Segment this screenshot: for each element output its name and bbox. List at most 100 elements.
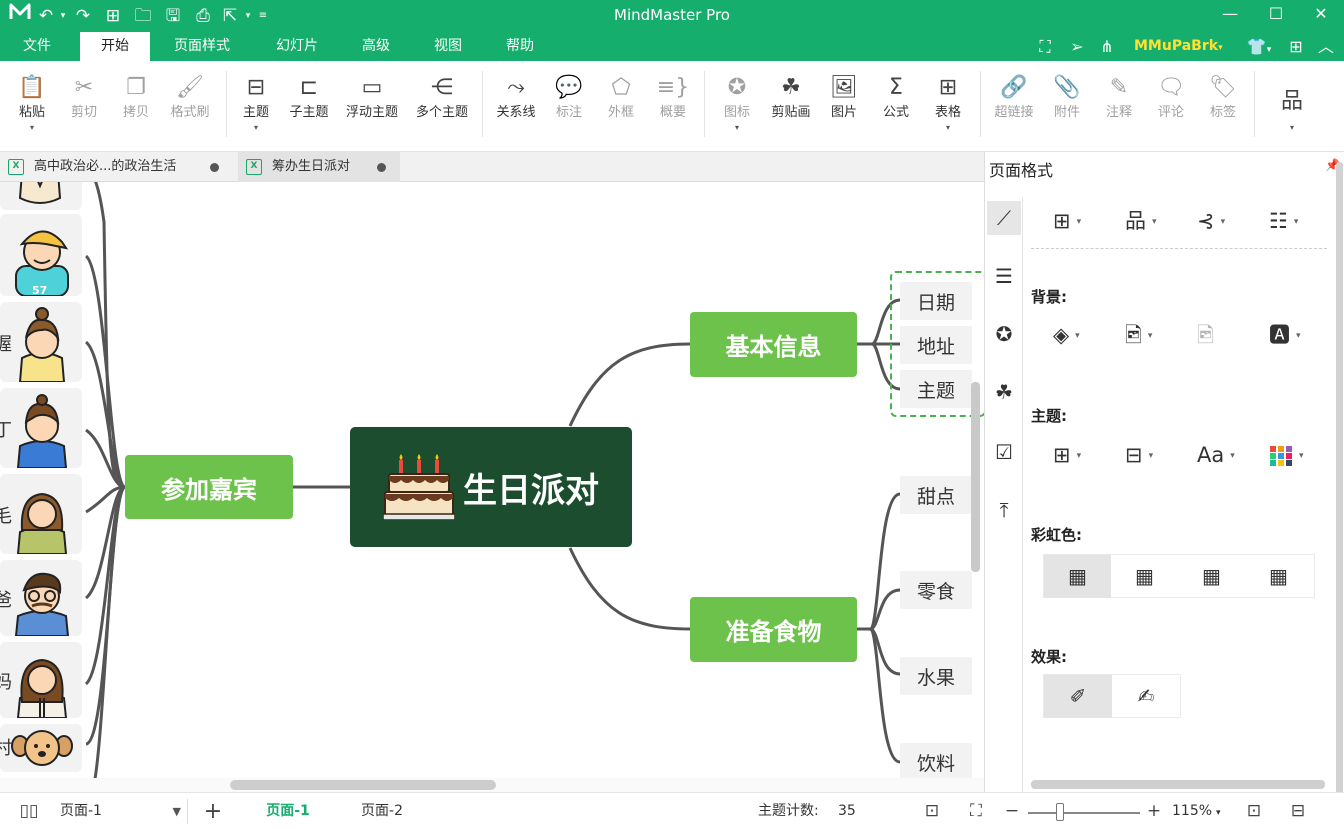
- zoom-slider-thumb[interactable]: [1056, 803, 1064, 821]
- theme-font-icon[interactable]: Aa ▾: [1197, 440, 1235, 470]
- theme-style-icon[interactable]: ⊟ ▾: [1125, 440, 1153, 470]
- undo-dropdown-icon[interactable]: ▾: [58, 0, 68, 32]
- attachment-button[interactable]: 📎 附件: [1046, 61, 1088, 152]
- picture-button[interactable]: 🖼 图片: [822, 61, 866, 152]
- panel-vertical-scrollbar[interactable]: [1336, 162, 1343, 802]
- zoom-in-icon[interactable]: +: [1144, 793, 1164, 829]
- minimize-button[interactable]: —: [1207, 0, 1253, 30]
- doc-tab[interactable]: X 高中政治必...的政治生活: [0, 152, 236, 182]
- numbering-list-icon[interactable]: ☷ ▾: [1269, 206, 1298, 236]
- background-image-icon[interactable]: 🖻 ▾: [1125, 320, 1152, 350]
- menu-file[interactable]: 文件: [8, 32, 66, 61]
- page-tab-1[interactable]: 页面-1: [248, 793, 328, 829]
- rainbow-option-3[interactable]: ▦: [1178, 555, 1245, 598]
- guest-card[interactable]: 毛: [0, 474, 82, 554]
- guest-card[interactable]: 57: [0, 214, 82, 296]
- print-icon[interactable]: ⎙: [188, 0, 218, 32]
- clipart-icon[interactable]: ☘: [987, 375, 1021, 409]
- effect-normal-pen-icon[interactable]: ✐: [1044, 675, 1112, 718]
- zoom-out-icon[interactable]: −: [1002, 793, 1022, 829]
- export-upload-icon[interactable]: ⤒: [987, 493, 1021, 527]
- multiple-topics-button[interactable]: ⋲ 多个主题: [410, 61, 474, 152]
- export-dropdown-icon[interactable]: ▾: [242, 0, 254, 32]
- tag-button[interactable]: 🏷 标签: [1200, 61, 1246, 152]
- add-page-icon[interactable]: +: [198, 793, 228, 829]
- maximize-button[interactable]: ☐: [1253, 0, 1299, 30]
- org-structure-icon[interactable]: 品 ▾: [1125, 206, 1157, 236]
- guest-card[interactable]: [0, 182, 82, 210]
- fill-bucket-icon[interactable]: ◈ ▾: [1053, 320, 1080, 350]
- topic-prepare-food[interactable]: 准备食物: [690, 597, 857, 662]
- rainbow-option-2[interactable]: ▦: [1111, 555, 1178, 598]
- layout-button[interactable]: 品 ▾: [1272, 61, 1312, 152]
- theme-shirt-icon[interactable]: 👕▾: [1242, 32, 1276, 61]
- theme-layout-icon[interactable]: ⊞ ▾: [1053, 440, 1081, 470]
- new-file-icon[interactable]: ⊞: [98, 0, 128, 32]
- topic-button[interactable]: ⊟ 主题 ▾: [234, 61, 278, 152]
- clipart-button[interactable]: ☘ 剪贴画: [766, 61, 816, 152]
- horizontal-scrollbar[interactable]: [230, 780, 496, 790]
- fullscreen-view-icon[interactable]: ⛶: [962, 793, 990, 829]
- paste-button[interactable]: 📋 粘贴 ▾: [8, 61, 56, 152]
- page-list-toggle-icon[interactable]: ▯▯: [12, 793, 46, 829]
- guest-card[interactable]: 村: [0, 724, 82, 772]
- save-icon[interactable]: 🖫: [158, 0, 188, 32]
- callout-button[interactable]: 💬 标注: [546, 61, 592, 152]
- fit-width-icon[interactable]: ⊡: [1240, 793, 1268, 829]
- zoom-level[interactable]: 115% ▾: [1172, 793, 1221, 829]
- rainbow-option-4[interactable]: ▦: [1245, 555, 1312, 598]
- subtopic-snacks[interactable]: 零食: [900, 571, 972, 609]
- subtopic-dessert[interactable]: 甜点: [900, 476, 972, 514]
- summary-button[interactable]: ≡} 概要: [650, 61, 696, 152]
- central-topic[interactable]: 生日派对: [350, 427, 632, 547]
- mindmap-canvas[interactable]: 57 握 丁 毛 爸 妈 村 参加嘉宾 生日派对 基本信息 准备食物 日期 地址…: [0, 182, 984, 792]
- note-button[interactable]: ✎ 注释: [1096, 61, 1142, 152]
- doc-tab[interactable]: X 筹办生日派对: [238, 152, 400, 182]
- table-button[interactable]: ⊞ 表格 ▾: [926, 61, 970, 152]
- fit-page-icon[interactable]: ⊡: [918, 793, 946, 829]
- tab-close-icon[interactable]: [377, 163, 386, 172]
- connector-style-icon[interactable]: ⊰ ▾: [1197, 206, 1225, 236]
- open-folder-icon[interactable]: 🗀: [128, 0, 158, 32]
- subtopic-theme[interactable]: 主题: [900, 370, 972, 408]
- export-icon[interactable]: ⇱: [218, 0, 242, 32]
- format-painter-button[interactable]: 🖌 格式刷: [162, 61, 218, 152]
- undo-icon[interactable]: ↶: [34, 0, 58, 32]
- remove-background-icon[interactable]: 🖻: [1197, 320, 1214, 350]
- panel-horizontal-scrollbar[interactable]: [1031, 780, 1325, 789]
- subtopic-address[interactable]: 地址: [900, 326, 972, 364]
- apps-grid-icon[interactable]: ⊞: [1284, 32, 1308, 61]
- comment-button[interactable]: 🗨 评论: [1148, 61, 1194, 152]
- fullscreen-icon[interactable]: ⛶: [1034, 32, 1056, 61]
- redo-icon[interactable]: ↷: [68, 0, 98, 32]
- page-selector[interactable]: 页面-1 ▼: [56, 799, 188, 824]
- vertical-scrollbar[interactable]: [971, 382, 980, 572]
- menu-page-style[interactable]: 页面样式: [162, 32, 242, 61]
- tab-close-icon[interactable]: [210, 163, 219, 172]
- topic-basic-info[interactable]: 基本信息: [690, 312, 857, 377]
- mark-icon[interactable]: ✪: [987, 317, 1021, 351]
- rainbow-option-1[interactable]: ▦: [1044, 555, 1111, 598]
- customize-quick-access-icon[interactable]: ≡: [254, 0, 272, 32]
- boundary-button[interactable]: ⬠ 外框: [598, 61, 644, 152]
- subtopic-date[interactable]: 日期: [900, 282, 972, 320]
- menu-help[interactable]: 帮助: [492, 32, 548, 61]
- copy-button[interactable]: ❐ 拷贝: [112, 61, 160, 152]
- formula-button[interactable]: Σ 公式: [874, 61, 918, 152]
- menu-advanced[interactable]: 高级: [348, 32, 404, 61]
- relationship-button[interactable]: ⤳ 关系线: [490, 61, 542, 152]
- publish-icon[interactable]: ➢: [1066, 32, 1088, 61]
- share-icon[interactable]: ⋔: [1096, 32, 1118, 61]
- user-account[interactable]: MMuPaBrk▾: [1134, 32, 1223, 63]
- outline-list-icon[interactable]: ☰: [987, 259, 1021, 293]
- layout-grid-icon[interactable]: ⊞ ▾: [1053, 206, 1081, 236]
- subtopic-drinks[interactable]: 饮料: [900, 743, 972, 781]
- zoom-slider-track[interactable]: [1028, 812, 1140, 814]
- page-tab-2[interactable]: 页面-2: [342, 793, 422, 829]
- cut-button[interactable]: ✂ 剪切: [60, 61, 108, 152]
- guest-card[interactable]: 爸: [0, 560, 82, 636]
- guest-card[interactable]: 妈: [0, 642, 82, 718]
- toggle-panel-icon[interactable]: ⊟: [1284, 793, 1312, 829]
- guest-card[interactable]: 丁: [0, 388, 82, 468]
- watermark-icon[interactable]: 🅰 ▾: [1269, 320, 1301, 350]
